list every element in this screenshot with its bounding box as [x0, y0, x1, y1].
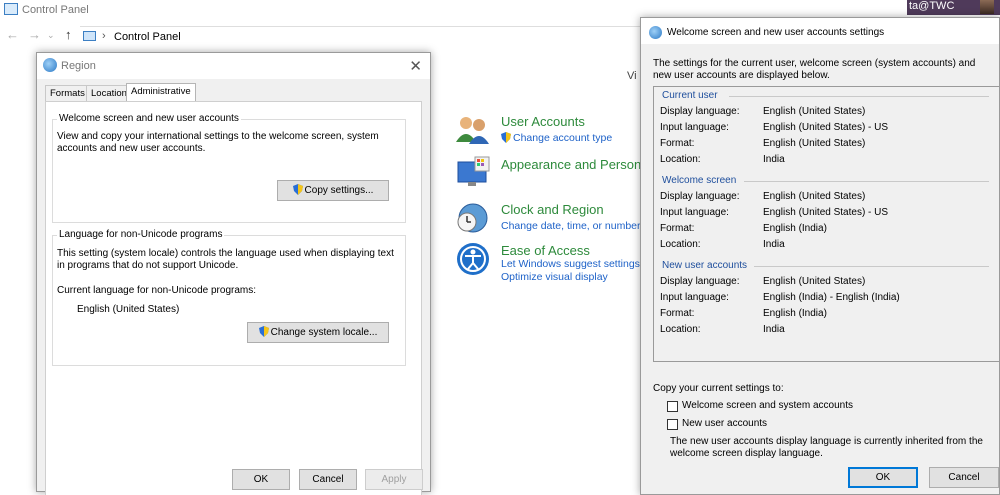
category-title[interactable]: Clock and Region — [501, 202, 604, 217]
up-arrow-icon[interactable]: ↑ — [65, 27, 72, 42]
section-divider — [744, 181, 989, 182]
category-title[interactable]: Ease of Access — [501, 243, 590, 258]
welcome-description: The settings for the current user, welco… — [653, 58, 976, 81]
category-link[interactable]: Let Windows suggest settings — [501, 258, 640, 270]
appearance-icon[interactable] — [455, 155, 491, 191]
settings-row: Format: English (India) — [660, 223, 827, 234]
tab-formats[interactable]: Formats — [45, 85, 90, 101]
copy-settings-label: Copy your current settings to: — [653, 383, 784, 394]
welcome-settings-dialog: Welcome screen and new user accounts set… — [640, 17, 1000, 495]
copy-settings-button[interactable]: Copy settings... — [277, 180, 389, 201]
administrative-tab-page: Welcome screen and new user accounts Vie… — [45, 101, 422, 495]
ease-of-access-icon[interactable] — [455, 241, 491, 277]
region-title: Region — [61, 60, 96, 72]
inherit-note: The new user accounts display language i… — [670, 436, 983, 459]
category-title[interactable]: Appearance and Persona — [501, 157, 648, 172]
settings-row: Input language: English (United States) -… — [660, 207, 889, 218]
settings-summary-box: Current user Display language: English (U… — [653, 86, 1000, 362]
settings-row: Location: India — [660, 239, 785, 250]
settings-row: Input language: English (India) - English… — [660, 292, 900, 303]
category-link[interactable]: Change account type — [501, 132, 612, 144]
recent-chevron-icon[interactable]: ⌄ — [47, 30, 55, 41]
group-description: This setting (system locale) controls th… — [57, 248, 394, 271]
view-by-label[interactable]: Vi — [627, 70, 637, 82]
clock-region-icon[interactable] — [455, 200, 491, 236]
current-language-value: English (United States) — [77, 304, 180, 315]
user-badge: ta@TWC — [907, 0, 1000, 15]
globe-icon — [43, 58, 57, 72]
address-bar: ← → ⌄ ↑ › Control Panel — [0, 24, 640, 46]
user-accounts-icon[interactable] — [455, 112, 491, 148]
section-divider — [729, 96, 989, 97]
settings-row: Input language: English (United States) -… — [660, 122, 889, 133]
avatar[interactable] — [980, 0, 994, 14]
settings-row: Location: India — [660, 154, 785, 165]
change-system-locale-button[interactable]: Change system locale... — [247, 322, 389, 343]
settings-row: Display language: English (United States) — [660, 276, 866, 287]
breadcrumb[interactable]: Control Panel — [114, 31, 181, 43]
category-appearance: Appearance and Persona — [455, 155, 648, 191]
welcome-screen-checkbox[interactable] — [667, 401, 678, 412]
user-name: ta@TWC — [909, 0, 955, 12]
section-divider — [754, 266, 989, 267]
control-panel-small-icon — [83, 31, 96, 41]
region-dialog: Region ✕ Formats Location Administrative… — [36, 52, 431, 495]
settings-row: Format: English (United States) — [660, 138, 866, 149]
category-user-accounts: User Accounts Change account type — [455, 112, 640, 148]
current-language-label: Current language for non-Unicode program… — [57, 285, 256, 296]
category-link[interactable]: Optimize visual display — [501, 271, 608, 283]
non-unicode-group: Language for non-Unicode programs This s… — [52, 229, 406, 366]
section-welcome-screen: Welcome screen — [662, 175, 737, 186]
address-box[interactable]: › Control Panel — [80, 26, 640, 44]
category-title[interactable]: User Accounts — [501, 114, 585, 129]
apply-button[interactable]: Apply — [365, 469, 423, 490]
category-clock-region: Clock and Region Change date, time, or n… — [455, 200, 652, 236]
group-description: View and copy your international setting… — [57, 131, 379, 154]
checkbox-label[interactable]: Welcome screen and system accounts — [682, 400, 853, 411]
welcome-titlebar[interactable]: Welcome screen and new user accounts set… — [641, 18, 999, 44]
ok-button[interactable]: OK — [848, 467, 918, 488]
back-arrow-icon[interactable]: ← — [6, 27, 19, 42]
tab-administrative[interactable]: Administrative — [126, 83, 196, 102]
cancel-button[interactable]: Cancel — [299, 469, 357, 490]
globe-icon — [649, 26, 662, 39]
settings-row: Display language: English (United States) — [660, 191, 866, 202]
control-panel-icon — [4, 3, 18, 15]
forward-arrow-icon[interactable]: → — [28, 27, 41, 42]
ok-button[interactable]: OK — [232, 469, 290, 490]
welcome-screen-group: Welcome screen and new user accounts Vie… — [52, 113, 406, 223]
control-panel-title: Control Panel — [22, 4, 89, 16]
category-ease-of-access: Ease of Access Let Windows suggest setti… — [455, 241, 640, 286]
group-legend: Welcome screen and new user accounts — [57, 113, 241, 124]
shield-icon — [292, 184, 303, 195]
settings-row: Location: India — [660, 324, 785, 335]
new-user-accounts-checkbox[interactable] — [667, 419, 678, 430]
category-link[interactable]: Change date, time, or number fo — [501, 220, 652, 232]
group-legend: Language for non-Unicode programs — [57, 229, 225, 240]
section-current-user: Current user — [662, 90, 718, 101]
settings-row: Format: English (India) — [660, 308, 827, 319]
checkbox-label[interactable]: New user accounts — [682, 418, 767, 429]
breadcrumb-chevron-icon[interactable]: › — [102, 30, 106, 42]
section-new-user-accounts: New user accounts — [662, 260, 748, 271]
cancel-button[interactable]: Cancel — [929, 467, 999, 488]
shield-icon — [501, 132, 511, 143]
shield-icon — [258, 326, 269, 337]
settings-row: Display language: English (United States) — [660, 106, 866, 117]
region-titlebar[interactable]: Region ✕ — [37, 53, 430, 79]
close-icon[interactable]: ✕ — [409, 57, 422, 75]
welcome-title: Welcome screen and new user accounts set… — [667, 27, 885, 38]
